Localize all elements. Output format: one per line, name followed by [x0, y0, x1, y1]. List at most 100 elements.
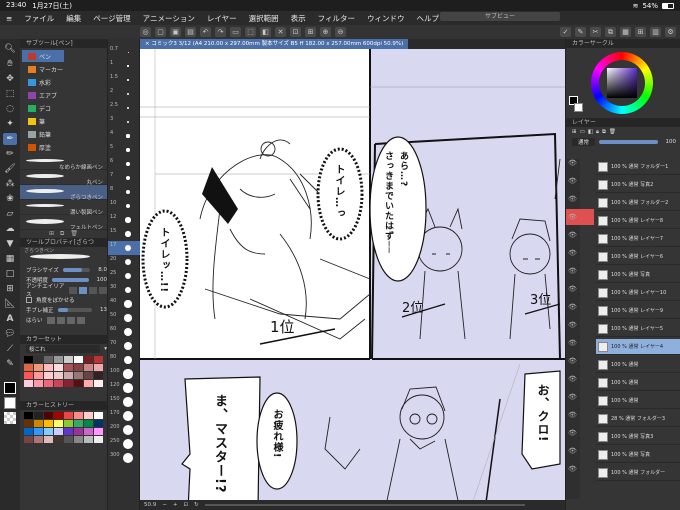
- subtool-thick[interactable]: 厚塗: [22, 141, 64, 153]
- subtool-deco[interactable]: デコ: [22, 102, 64, 114]
- subtool-pencil[interactable]: 鉛筆: [22, 128, 64, 140]
- color-swatch[interactable]: [24, 364, 33, 371]
- lasso-tool-icon[interactable]: ◌: [3, 103, 17, 115]
- sub-color-swatch[interactable]: [4, 397, 16, 409]
- deselect-icon[interactable]: ✕: [275, 27, 286, 37]
- eye-icon[interactable]: 👁︎: [568, 465, 577, 479]
- history-swatch[interactable]: [74, 436, 83, 443]
- rotate-icon[interactable]: ↻: [194, 502, 199, 508]
- select-tool-icon[interactable]: ⬚: [3, 88, 17, 100]
- history-swatch[interactable]: [94, 428, 103, 435]
- brush-size-option[interactable]: 40: [108, 297, 140, 311]
- invert-icon[interactable]: ⊞: [305, 27, 316, 37]
- blend-tool-icon[interactable]: ☁: [3, 223, 17, 235]
- brush-size-option[interactable]: 250: [108, 437, 140, 451]
- history-swatch[interactable]: [84, 428, 93, 435]
- eye-icon[interactable]: 👁︎: [568, 159, 577, 173]
- history-swatch[interactable]: [74, 412, 83, 419]
- tone-row[interactable]: はらい: [20, 315, 107, 325]
- layer-row[interactable]: 100 % 通常 写真: [596, 447, 680, 463]
- history-swatch[interactable]: [94, 436, 103, 443]
- history-swatch[interactable]: [24, 436, 33, 443]
- color-swatch[interactable]: [34, 372, 43, 379]
- fill-tool-icon[interactable]: ▼: [3, 238, 17, 250]
- settings-icon[interactable]: ⚙: [665, 27, 676, 37]
- brush-size-palette[interactable]: 0.7 1 1.5 2 2.5 3 4 5 6 7 8 10 12 15 17 20 25 30 40 50 60 70 8…: [108, 39, 140, 510]
- eye-icon[interactable]: 👁︎: [568, 267, 577, 281]
- zoom-in-icon[interactable]: +: [173, 502, 178, 508]
- history-swatch[interactable]: [24, 420, 33, 427]
- balloon-tool-icon[interactable]: 💬︎: [3, 328, 17, 340]
- brush-size-option[interactable]: 2.5: [108, 101, 140, 115]
- color-swatch[interactable]: [54, 372, 63, 379]
- layer-row[interactable]: 100 % 通常 写真: [596, 267, 680, 283]
- layer-row[interactable]: 100 % 通常 レイヤー5: [596, 321, 680, 337]
- subtool-airbrush[interactable]: エアブ: [22, 89, 64, 101]
- eye-icon[interactable]: 👁︎: [568, 177, 577, 191]
- history-swatch[interactable]: [34, 436, 43, 443]
- eye-icon[interactable]: 👁︎: [568, 429, 577, 443]
- layer-new-icon[interactable]: ⊞: [572, 129, 577, 135]
- layer-row[interactable]: 100 % 通常 レイヤー10: [596, 285, 680, 301]
- brush-size-option[interactable]: 2: [108, 87, 140, 101]
- color-swatch[interactable]: [74, 372, 83, 379]
- menu-edit[interactable]: 編集: [66, 13, 81, 24]
- history-swatch[interactable]: [64, 436, 73, 443]
- history-swatch[interactable]: [44, 436, 53, 443]
- brush-size-option[interactable]: 120: [108, 381, 140, 395]
- layer-row[interactable]: 100 % 通常 レイヤー7: [596, 231, 680, 247]
- color-swatch[interactable]: [54, 356, 63, 363]
- menu-window[interactable]: ウィンドウ: [367, 13, 405, 24]
- add-brush-icon[interactable]: ⊞: [49, 230, 54, 238]
- color-swatch[interactable]: [34, 380, 43, 387]
- brush-size-option[interactable]: 30: [108, 283, 140, 297]
- saturation-square[interactable]: [607, 68, 637, 98]
- grid-icon[interactable]: ⊞: [635, 27, 646, 37]
- copy-icon[interactable]: ⧉: [605, 27, 616, 37]
- brush-size-option[interactable]: 12: [108, 213, 140, 227]
- copy-brush-icon[interactable]: ⧉: [60, 230, 64, 238]
- brush-size-option[interactable]: 60: [108, 325, 140, 339]
- layer-lock-icon[interactable]: 🔒︎: [596, 129, 599, 136]
- zoom-out-icon[interactable]: −: [162, 502, 167, 508]
- hand-tool-icon[interactable]: ✋︎: [3, 58, 17, 70]
- zoom-tool-icon[interactable]: 🔍︎: [3, 43, 17, 55]
- eye-icon[interactable]: 👁︎: [568, 249, 577, 263]
- layer-folder-icon[interactable]: ▭: [580, 129, 585, 135]
- history-swatch[interactable]: [74, 428, 83, 435]
- subtool-marker[interactable]: マーカー: [22, 63, 64, 75]
- color-swatch[interactable]: [64, 364, 73, 371]
- layer-row[interactable]: 100 % 通常 フォルダー: [596, 465, 680, 481]
- pencil-tool-icon[interactable]: ✏: [3, 148, 17, 160]
- brush-dark-drafting[interactable]: 濃い製図ペン: [20, 200, 107, 216]
- shrink-icon[interactable]: ⊖: [335, 27, 346, 37]
- scroll-bar[interactable]: [204, 504, 525, 506]
- color-swatch[interactable]: [94, 380, 103, 387]
- layer-row[interactable]: 100 % 通常: [596, 375, 680, 391]
- deco-tool-icon[interactable]: ❀: [3, 193, 17, 205]
- history-swatch[interactable]: [84, 420, 93, 427]
- expand-icon[interactable]: ⊕: [320, 27, 331, 37]
- subtool-pen[interactable]: ペン: [22, 50, 64, 62]
- color-swatch[interactable]: [64, 372, 73, 379]
- layer-delete-icon[interactable]: 🗑︎: [609, 129, 616, 135]
- wand-tool-icon[interactable]: ✦: [3, 118, 17, 130]
- history-swatch[interactable]: [34, 412, 43, 419]
- brush-size-option[interactable]: 15: [108, 227, 140, 241]
- layer-opacity-slider[interactable]: [599, 140, 658, 144]
- subtool-brush[interactable]: 筆: [22, 115, 64, 127]
- history-swatch[interactable]: [54, 420, 63, 427]
- history-swatch[interactable]: [74, 420, 83, 427]
- brush-size-option[interactable]: 200: [108, 423, 140, 437]
- color-history-grid[interactable]: [20, 410, 107, 445]
- history-swatch[interactable]: [84, 436, 93, 443]
- layer-row[interactable]: 100 % 通常 写真3: [596, 429, 680, 445]
- color-swatch[interactable]: [54, 380, 63, 387]
- brush-size-option[interactable]: 4: [108, 129, 140, 143]
- history-swatch[interactable]: [44, 420, 53, 427]
- menu-file[interactable]: ファイル: [24, 13, 54, 24]
- hamburger-icon[interactable]: ≡: [6, 14, 12, 23]
- brush-size-option[interactable]: 25: [108, 269, 140, 283]
- delete-brush-icon[interactable]: 🗑︎: [70, 230, 78, 238]
- menu-selection[interactable]: 選択範囲: [249, 13, 279, 24]
